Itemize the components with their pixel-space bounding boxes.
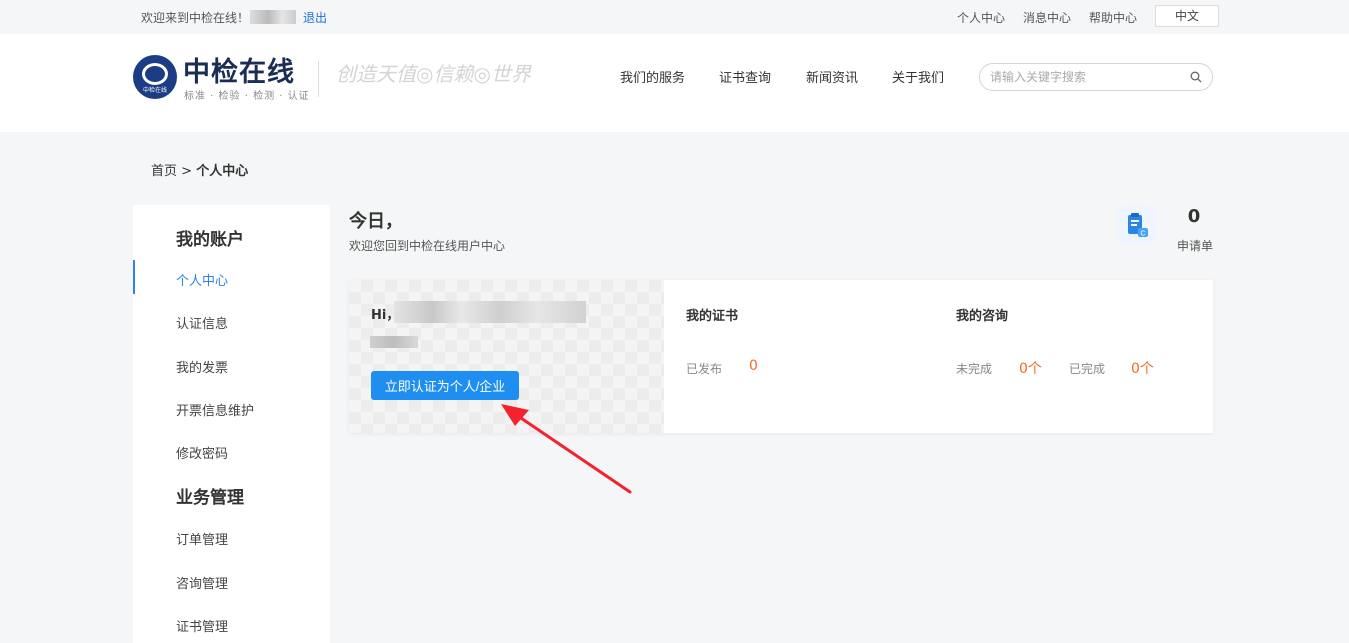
breadcrumb-home[interactable]: 首页	[151, 164, 177, 179]
top-link-personal-center[interactable]: 个人中心	[957, 9, 1005, 26]
my-certificates-title: 我的证书	[686, 309, 739, 324]
logo-tagline: 标准 · 检验 · 检测 · 认证	[184, 91, 310, 102]
sidebar-item-verification[interactable]: 认证信息	[176, 313, 228, 332]
finished-count[interactable]: 0个	[1131, 358, 1154, 378]
sidebar: 我的账户 个人中心 认证信息 我的发票 开票信息维护 修改密码 业务管理 订单管…	[133, 205, 330, 643]
nav-about[interactable]: 关于我们	[892, 67, 944, 86]
breadcrumb-current: 个人中心	[196, 164, 249, 179]
search-box	[979, 63, 1213, 91]
svg-text:C: C	[1140, 231, 1145, 238]
logout-link[interactable]: 退出	[303, 9, 327, 26]
sidebar-item-change-password[interactable]: 修改密码	[176, 443, 228, 462]
greeting-title: 今日，	[349, 211, 403, 232]
sidebar-item-personal-center[interactable]: 个人中心	[176, 270, 228, 289]
unfinished-label: 未完成	[956, 362, 993, 376]
top-link-help[interactable]: 帮助中心	[1089, 9, 1137, 26]
published-label: 已发布	[686, 362, 723, 376]
sidebar-item-invoice-info[interactable]: 开票信息维护	[176, 400, 254, 419]
clipboard-icon[interactable]: C	[1117, 206, 1155, 244]
application-count[interactable]: 0	[1180, 206, 1208, 227]
my-consultations-title: 我的咨询	[956, 309, 1009, 324]
sidebar-item-invoices[interactable]: 我的发票	[176, 357, 228, 376]
overview-card: Hi， 立即认证为个人/企业 我的证书 已发布 0 我的咨询 未完成 0个 已完…	[349, 280, 1213, 433]
search-icon[interactable]	[1190, 71, 1202, 83]
application-label[interactable]: 申请单	[1177, 237, 1213, 254]
sidebar-item-certificates[interactable]: 证书管理	[176, 616, 228, 635]
user-name-redacted	[394, 301, 586, 323]
verify-identity-button[interactable]: 立即认证为个人/企业	[371, 371, 519, 400]
sidebar-group-account: 我的账户	[176, 230, 244, 250]
nav-services[interactable]: 我们的服务	[620, 67, 685, 86]
logo-icon[interactable]: 中检在线	[133, 55, 177, 99]
nav-news[interactable]: 新闻资讯	[806, 67, 858, 86]
sidebar-group-business: 业务管理	[176, 488, 244, 508]
finished-label: 已完成	[1069, 362, 1106, 376]
published-count[interactable]: 0	[749, 358, 758, 374]
sidebar-active-indicator	[133, 260, 135, 294]
logo-name[interactable]: 中检在线	[183, 50, 295, 89]
nav-certificate-query[interactable]: 证书查询	[719, 67, 771, 86]
username-redacted	[250, 10, 296, 24]
greeting-subtitle: 欢迎您回到中检在线用户中心	[349, 239, 506, 253]
site-header: 中检在线 中检在线 标准 · 检验 · 检测 · 认证 创造天值◎信赖◎世界 我…	[0, 34, 1349, 132]
welcome-text: 欢迎来到中检在线！	[141, 11, 250, 25]
user-id-redacted	[370, 336, 418, 348]
sidebar-item-orders[interactable]: 订单管理	[176, 529, 228, 548]
top-bar: 欢迎来到中检在线！ 退出 个人中心 消息中心 帮助中心 中文	[0, 0, 1349, 34]
logo-divider	[318, 61, 319, 97]
language-switch[interactable]: 中文	[1155, 5, 1219, 27]
breadcrumb: 首页 > 个人中心	[151, 160, 248, 179]
unfinished-count[interactable]: 0个	[1019, 358, 1042, 378]
search-input[interactable]	[990, 68, 1180, 86]
breadcrumb-separator: >	[181, 164, 193, 179]
annotation-arrow-icon	[501, 404, 632, 494]
sidebar-item-consultations[interactable]: 咨询管理	[176, 573, 228, 592]
top-link-messages[interactable]: 消息中心	[1023, 9, 1071, 26]
slogan-image: 创造天值◎信赖◎世界	[336, 62, 531, 86]
